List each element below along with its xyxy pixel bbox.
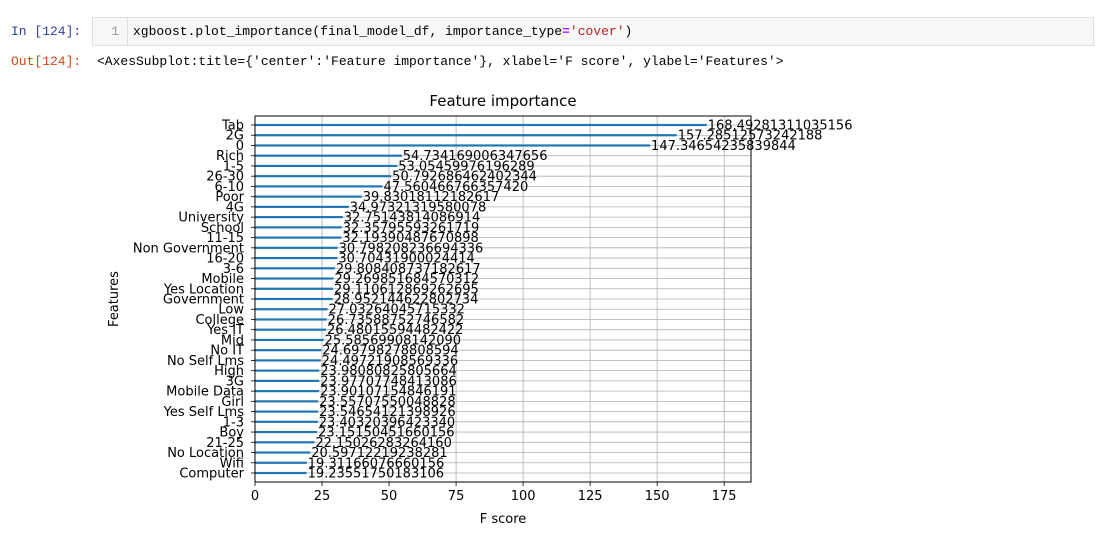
- bar: [255, 287, 334, 290]
- bar: [255, 297, 333, 301]
- bar: [255, 400, 319, 403]
- bar: [255, 430, 318, 434]
- bar: [255, 134, 677, 137]
- x-tick-label: 100: [511, 489, 536, 504]
- bar: [255, 359, 321, 362]
- bar: [255, 175, 392, 178]
- bar: [255, 164, 398, 168]
- bar: [255, 441, 315, 444]
- bar: [255, 154, 402, 157]
- bar: [255, 123, 707, 127]
- bar: [255, 461, 307, 464]
- x-tick-label: 150: [645, 489, 670, 504]
- bar: [255, 205, 349, 208]
- bar: [255, 318, 327, 321]
- bar: [255, 216, 343, 219]
- bar: [255, 420, 318, 423]
- x-tick-label: 0: [251, 489, 259, 504]
- bar: [255, 267, 335, 270]
- x-tick-label: 50: [381, 489, 398, 504]
- bar: [255, 195, 362, 198]
- bar: [255, 410, 319, 413]
- x-axis-label: F score: [480, 512, 527, 527]
- bar: [255, 379, 320, 382]
- bar: [255, 308, 328, 311]
- bar: [255, 226, 342, 229]
- x-tick-label: 125: [578, 489, 603, 504]
- y-axis-label: Features: [107, 271, 122, 327]
- bar: [255, 369, 320, 372]
- x-tick-label: 25: [314, 489, 331, 504]
- x-tick-label: 175: [712, 489, 737, 504]
- y-tick-label: Computer: [179, 467, 244, 482]
- bar: [255, 390, 320, 393]
- bar: [255, 185, 383, 188]
- bar: [255, 338, 324, 342]
- feature-importance-chart: 0 25 50 75 100 125 150 175Tab2G0Rich1-526-306-1…: [107, 92, 852, 527]
- bar: [255, 246, 338, 249]
- bar: [255, 144, 651, 147]
- bar: [255, 349, 322, 352]
- chart-title: Feature importance: [429, 92, 576, 110]
- bar: [255, 236, 342, 239]
- bar-value-label: 147.34654235839844: [651, 139, 796, 154]
- bar: [255, 328, 326, 331]
- bar: [255, 256, 338, 260]
- bar: [255, 471, 307, 475]
- bar: [255, 451, 311, 454]
- bar: [255, 277, 334, 280]
- bar-value-label: 19.23551750183106: [308, 467, 444, 482]
- x-tick-label: 75: [448, 489, 465, 504]
